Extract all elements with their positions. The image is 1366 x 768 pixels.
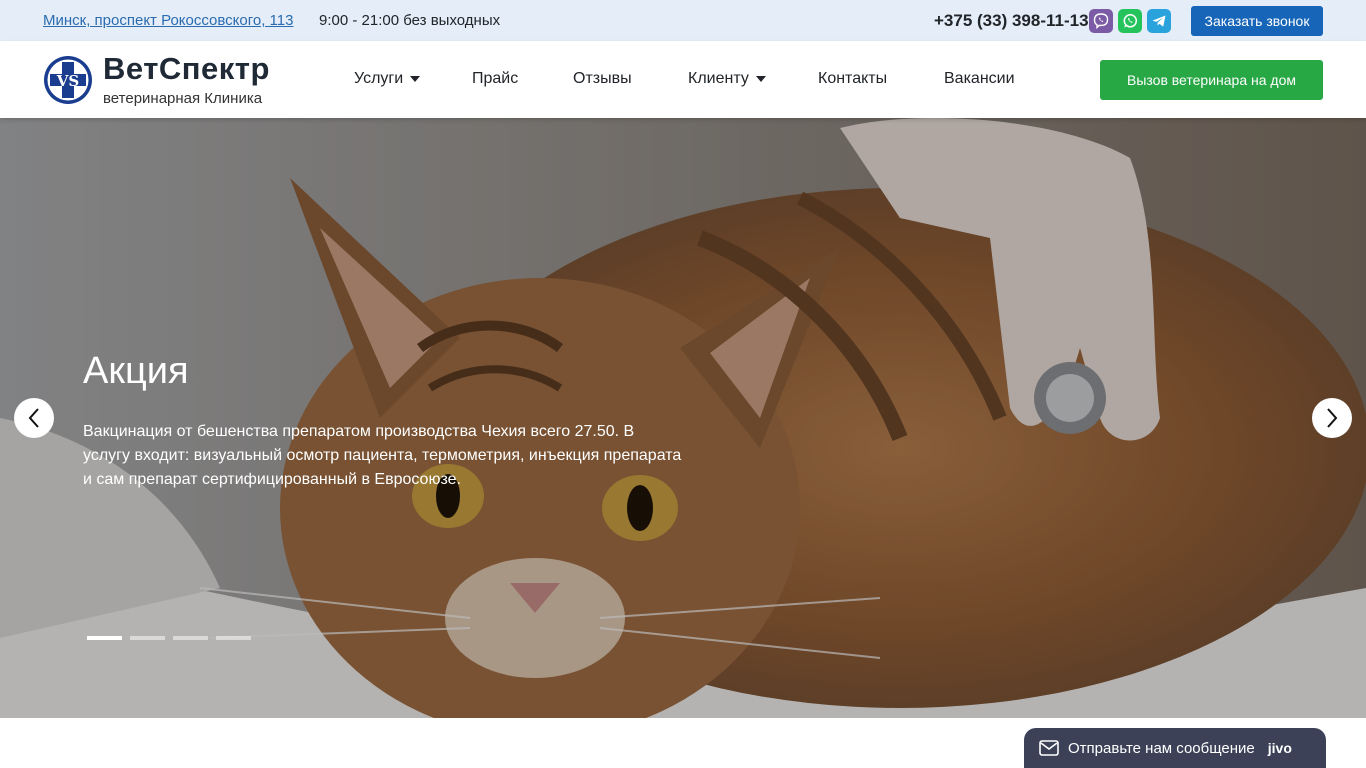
callback-button[interactable]: Заказать звонок [1191, 6, 1323, 36]
top-bar: Минск, проспект Рокоссовского, 113 9:00 … [0, 0, 1366, 41]
caret-down-icon [755, 76, 766, 82]
nav-client[interactable]: Клиенту [688, 70, 766, 88]
slider-next-button[interactable] [1312, 398, 1352, 438]
nav-reviews[interactable]: Отзывы [573, 70, 632, 88]
slide-text: Вакцинация от бешенства препаратом произ… [83, 423, 682, 488]
logo-icon[interactable]: VS [43, 55, 93, 105]
telegram-icon[interactable] [1147, 9, 1171, 33]
nav-label: Вакансии [944, 70, 1015, 87]
nav-vacancies[interactable]: Вакансии [944, 70, 1015, 88]
slider-indicators [87, 636, 251, 640]
nav-services[interactable]: Услуги [354, 70, 421, 88]
nav-label: Контакты [818, 70, 888, 87]
nav-label: Отзывы [573, 70, 632, 87]
nav-label: Услуги [354, 70, 404, 87]
slide-indicator-3[interactable] [173, 636, 208, 640]
mail-icon [1039, 740, 1059, 756]
slide-title: Акция [83, 350, 189, 392]
nav-label: Прайс [472, 70, 519, 87]
slide-indicator-1[interactable] [87, 636, 122, 640]
whatsapp-icon[interactable] [1118, 9, 1142, 33]
slide-indicator-4[interactable] [216, 636, 251, 640]
nav-contacts[interactable]: Контакты [818, 70, 887, 88]
nav-prices[interactable]: Прайс [472, 70, 518, 88]
nav-label: Клиенту [688, 70, 749, 87]
logo-title[interactable]: ВетСпектр [103, 51, 270, 87]
hero-dark-overlay [0, 118, 1366, 718]
chat-widget[interactable]: Отправьте нам сообщение jivo [1024, 728, 1326, 768]
address-link[interactable]: Минск, проспект Рокоссовского, 113 [43, 12, 293, 29]
viber-icon[interactable] [1089, 9, 1113, 33]
chevron-left-icon [28, 408, 39, 428]
jivo-logo: jivo [1267, 740, 1292, 756]
chevron-right-icon [1327, 408, 1338, 428]
vet-home-call-button[interactable]: Вызов ветеринара на дом [1100, 60, 1323, 100]
slide-indicator-2[interactable] [130, 636, 165, 640]
svg-text:VS: VS [56, 72, 79, 90]
slider-prev-button[interactable] [14, 398, 54, 438]
caret-down-icon [410, 76, 421, 82]
main-header: VS ВетСпектр ветеринарная Клиника Услуги… [0, 41, 1366, 118]
logo-subtitle: ветеринарная Клиника [103, 90, 263, 107]
phone-link[interactable]: +375 (33) 398-11-13 [934, 11, 1089, 31]
chat-label: Отправьте нам сообщение [1068, 739, 1255, 757]
working-hours: 9:00 - 21:00 без выходных [319, 12, 501, 29]
hero-slider: Акция Вакцинация от бешенства препаратом… [0, 118, 1366, 718]
